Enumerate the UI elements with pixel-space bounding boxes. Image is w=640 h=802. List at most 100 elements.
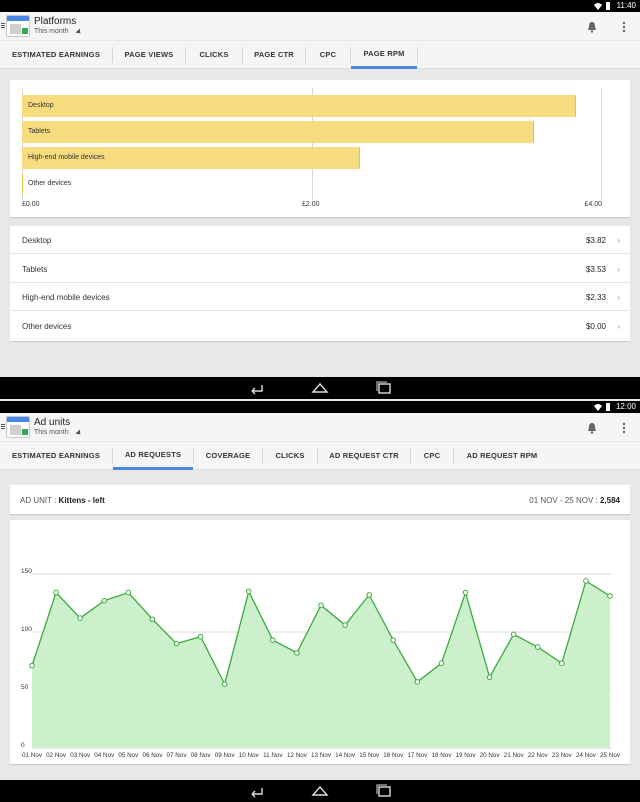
x-tick-label: 23 Nov	[552, 752, 573, 759]
tab-cpc[interactable]: CPC	[306, 41, 350, 69]
total-requests: 2,584	[599, 496, 620, 505]
tab-ad-request-rpm[interactable]: AD REQUEST RPM	[454, 442, 550, 470]
x-tick-label: 02 Nov	[46, 752, 67, 759]
back-icon[interactable]	[246, 784, 266, 798]
x-tick-label: 22 Nov	[528, 752, 549, 759]
tab-page-ctr[interactable]: PAGE CTR	[243, 41, 305, 69]
date-range-selector[interactable]: This month	[34, 429, 69, 436]
data-point[interactable]	[125, 589, 132, 596]
x-tick-label: 19 Nov	[456, 752, 477, 759]
data-point[interactable]	[414, 679, 421, 685]
app-bar: Ad units This month	[0, 413, 640, 441]
status-time: 11:40	[616, 1, 636, 10]
data-point[interactable]	[294, 650, 300, 656]
x-tick-label: 08 Nov	[191, 752, 212, 759]
data-point[interactable]	[607, 593, 613, 599]
data-point[interactable]	[342, 622, 348, 628]
data-point[interactable]	[583, 578, 589, 584]
recents-icon[interactable]	[374, 784, 394, 798]
back-icon[interactable]	[246, 381, 266, 395]
x-tick-label: £0.00	[22, 201, 40, 208]
ad-unit-header[interactable]: AD UNIT : Kittens - left 01 NOV - 25 NOV…	[10, 485, 630, 514]
data-point[interactable]	[510, 631, 517, 638]
home-icon[interactable]	[310, 381, 330, 395]
x-tick-label: 01 Nov	[22, 752, 43, 759]
tab-estimated-earnings[interactable]: ESTIMATED EARNINGS	[0, 41, 112, 69]
data-point[interactable]	[559, 660, 565, 667]
tab-ad-request-ctr[interactable]: AD REQUEST CTR	[318, 442, 410, 470]
list-item-value: $0.00	[585, 321, 606, 331]
x-tick-label: £4.00	[584, 201, 602, 208]
dropdown-caret-icon[interactable]	[75, 429, 83, 437]
metric-tabs: ESTIMATED EARNINGS AD REQUESTS COVERAGE …	[0, 442, 640, 470]
tab-clicks[interactable]: CLICKS	[263, 442, 317, 470]
data-point[interactable]	[53, 589, 59, 596]
data-point[interactable]	[101, 597, 108, 604]
x-tick-label: 21 Nov	[504, 752, 525, 759]
data-point[interactable]	[270, 637, 276, 643]
list-item[interactable]: Desktop $3.82 ›	[10, 226, 630, 254]
x-tick-label: 04 Nov	[94, 752, 115, 759]
adsense-logo-icon[interactable]	[6, 15, 30, 37]
x-tick-label: 16 Nov	[383, 752, 404, 759]
date-range-selector[interactable]: This month	[34, 28, 69, 35]
list-item-name: High-end mobile devices	[22, 293, 110, 302]
ad-unit-label: AD UNIT :	[20, 496, 57, 505]
x-tick-label: 12 Nov	[287, 752, 308, 759]
tab-clicks[interactable]: CLICKS	[186, 41, 242, 69]
adsense-logo-icon[interactable]	[6, 416, 30, 438]
data-point[interactable]	[462, 589, 469, 596]
app-bar: Platforms This month	[0, 12, 640, 40]
data-point[interactable]	[390, 637, 397, 643]
x-tick-label: £2.00	[302, 201, 320, 208]
tab-page-views[interactable]: PAGE VIEWS	[113, 41, 185, 69]
status-bar: 12:00	[0, 401, 640, 413]
list-item[interactable]: High-end mobile devices $2.33 ›	[10, 283, 630, 311]
list-item[interactable]: Tablets $3.53 ›	[10, 255, 630, 283]
x-tick-label: 24 Nov	[576, 752, 597, 759]
list-item[interactable]: Other devices $0.00 ›	[10, 312, 630, 340]
bar-tablets[interactable]	[22, 121, 534, 143]
overflow-menu-icon[interactable]	[620, 20, 628, 33]
page-title: Ad units	[34, 417, 71, 428]
tab-coverage[interactable]: COVERAGE	[194, 442, 262, 470]
x-tick-label: 10 Nov	[239, 752, 260, 759]
area-chart-svg: 05010015001 Nov 02 Nov 03 Nov 04 Nov 05 Nov 0…	[21, 568, 621, 759]
drawer-icon[interactable]	[1, 23, 5, 29]
notifications-bell-icon[interactable]	[586, 20, 598, 33]
home-icon[interactable]	[310, 784, 330, 798]
tab-page-rpm[interactable]: PAGE RPM	[351, 41, 417, 69]
data-point[interactable]	[318, 602, 324, 609]
recents-icon[interactable]	[374, 381, 394, 395]
drawer-icon[interactable]	[1, 424, 5, 430]
overflow-menu-icon[interactable]	[620, 421, 628, 434]
data-point[interactable]	[438, 660, 445, 667]
tab-cpc[interactable]: CPC	[411, 442, 453, 470]
notifications-bell-icon[interactable]	[586, 421, 598, 434]
status-bar: 11:40	[0, 0, 640, 12]
x-tick-label: 20 Nov	[480, 752, 501, 759]
data-point[interactable]	[486, 674, 493, 681]
x-tick-label: 06 Nov	[142, 752, 163, 759]
data-point[interactable]	[534, 644, 541, 650]
data-point[interactable]	[173, 640, 180, 647]
tab-estimated-earnings[interactable]: ESTIMATED EARNINGS	[0, 442, 112, 470]
x-tick-label: 15 Nov	[359, 752, 380, 759]
data-point[interactable]	[221, 681, 228, 687]
android-nav-bar	[0, 780, 640, 802]
data-point[interactable]	[77, 615, 83, 621]
dropdown-caret-icon[interactable]	[75, 28, 83, 36]
tab-ad-requests[interactable]: AD REQUESTS	[113, 442, 193, 470]
ad-unit-name: Kittens - left	[58, 496, 105, 505]
x-tick-label: 09 Nov	[215, 752, 236, 759]
status-time: 12:00	[615, 402, 636, 411]
data-point[interactable]	[197, 633, 204, 640]
bar-other-devices[interactable]	[22, 173, 23, 195]
data-point[interactable]	[29, 662, 35, 669]
y-tick-label: 150	[21, 568, 32, 575]
data-point[interactable]	[149, 616, 156, 623]
data-point[interactable]	[366, 592, 372, 598]
data-point[interactable]	[245, 588, 252, 595]
bar-desktop[interactable]	[22, 95, 576, 117]
date-range-total: 01 NOV - 25 NOV : 2,584	[529, 496, 620, 505]
